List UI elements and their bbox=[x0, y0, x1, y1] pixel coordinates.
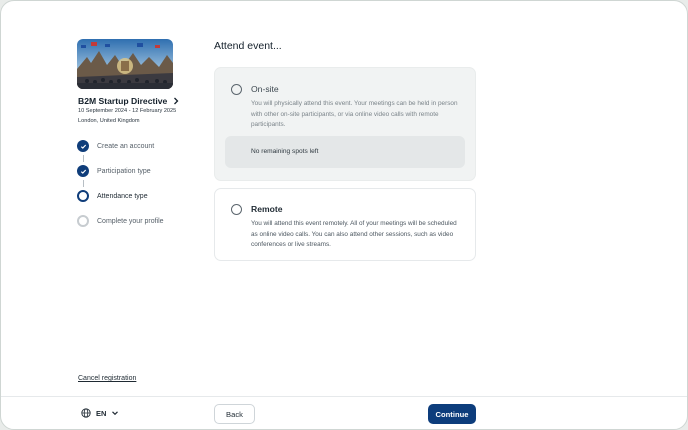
step-label: Complete your profile bbox=[97, 217, 164, 225]
step-create-account: Create an account bbox=[77, 140, 154, 152]
chevron-right-icon bbox=[174, 97, 179, 105]
continue-button[interactable]: Continue bbox=[428, 404, 476, 424]
check-icon bbox=[77, 140, 89, 152]
pending-step-icon bbox=[77, 215, 89, 227]
event-title: B2M Startup Directive bbox=[78, 96, 168, 106]
onsite-description: You will physically attend this event. Y… bbox=[251, 100, 458, 128]
onsite-radio[interactable] bbox=[231, 84, 242, 95]
chevron-down-icon bbox=[112, 411, 119, 416]
remote-option-card[interactable]: Remote You will attend this event remote… bbox=[214, 188, 476, 261]
cancel-registration-link[interactable]: Cancel registration bbox=[78, 375, 136, 382]
step-complete-profile: Complete your profile bbox=[77, 215, 164, 227]
onsite-option-card[interactable]: On-site You will physically attend this … bbox=[214, 67, 476, 181]
step-label: Create an account bbox=[97, 142, 155, 150]
language-code: EN bbox=[96, 408, 107, 418]
step-connector bbox=[82, 155, 84, 162]
current-step-icon bbox=[77, 190, 89, 202]
step-participation-type: Participation type bbox=[77, 165, 151, 177]
page-title: Attend event... bbox=[214, 40, 282, 52]
event-title-link[interactable]: B2M Startup Directive bbox=[78, 96, 180, 106]
step-attendance-type: Attendance type bbox=[77, 190, 148, 202]
back-button[interactable]: Back bbox=[214, 404, 255, 424]
footer-divider bbox=[1, 396, 687, 397]
no-spots-notice: No remaining spots left bbox=[225, 136, 465, 168]
event-dates: 10 September 2024 - 12 February 2025 bbox=[78, 108, 177, 114]
step-connector bbox=[82, 180, 84, 187]
event-image bbox=[77, 39, 173, 89]
language-selector[interactable]: EN bbox=[81, 408, 119, 418]
remote-description: You will attend this event remotely. All… bbox=[251, 220, 457, 248]
check-icon bbox=[77, 165, 89, 177]
registration-window: B2M Startup Directive 10 September 2024 … bbox=[0, 0, 688, 430]
globe-icon bbox=[81, 408, 91, 418]
onsite-title: On-site bbox=[251, 84, 279, 94]
remote-radio[interactable] bbox=[231, 204, 242, 215]
event-location: London, United Kingdom bbox=[78, 118, 140, 124]
step-label: Participation type bbox=[97, 167, 151, 175]
remote-title: Remote bbox=[251, 204, 283, 214]
step-label: Attendance type bbox=[97, 192, 148, 200]
